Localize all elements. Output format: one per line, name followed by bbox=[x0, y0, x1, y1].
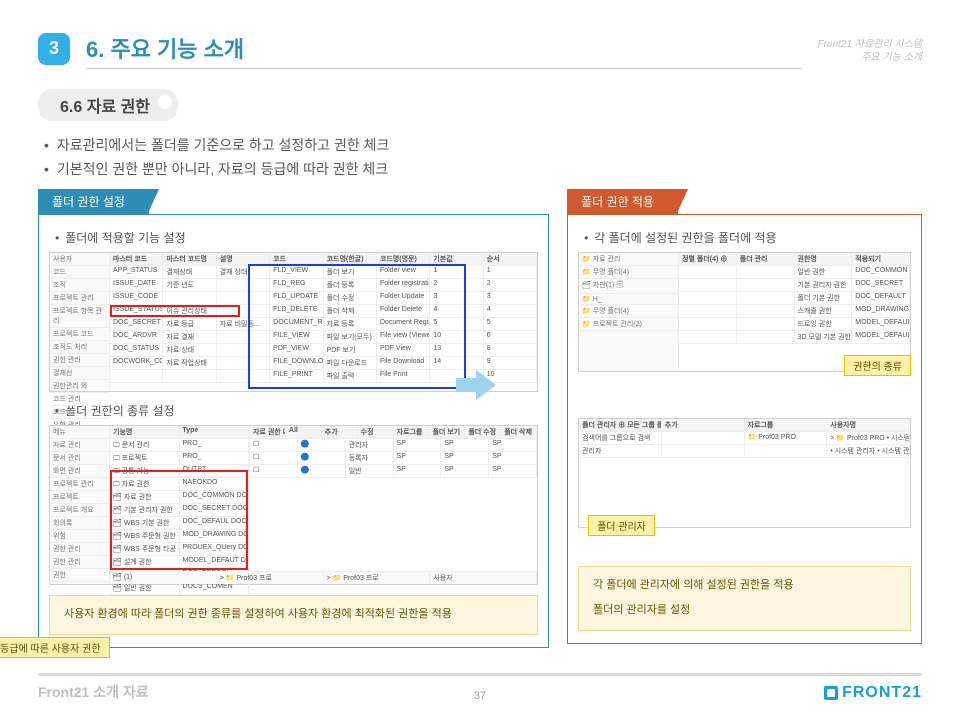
footer-logo: FRONT21 bbox=[824, 684, 922, 702]
right-section-tab: 폴더 권한 적용 bbox=[567, 189, 678, 214]
footer-doc-title: Front21 소개 자료 bbox=[38, 682, 149, 702]
footer-page-number: 37 bbox=[474, 690, 486, 702]
screenshot-grid-2: 메뉴자료 관리문서 관리화면 관리프로젝트 관리프로젝트프로젝트 개요회의록위험… bbox=[49, 425, 538, 585]
logo-icon bbox=[824, 686, 838, 700]
header-meta: Front21 자료관리 시스템 주요 기능 소개 bbox=[818, 38, 922, 64]
screenshot-apply-top: 📁 자료 관리📁 무명 폴더(4)🗂 자판(1) 🗐📁 H_📁 무명 폴더(4)… bbox=[578, 252, 911, 372]
left-sub1: 폴더에 적용할 기능 설정 bbox=[55, 229, 538, 246]
left-sub2: 폴더 권한의 종류 설정 bbox=[55, 402, 538, 419]
right-note: 각 폴더에 관리자에 의해 설정된 권한을 적용 폴더의 관리자를 설정 bbox=[578, 566, 911, 631]
right-section-box: 각 폴더에 설정된 권한을 폴더에 적용 📁 자료 관리📁 무명 폴더(4)🗂 … bbox=[567, 214, 922, 644]
page-title: 6. 주요 기능 소개 bbox=[86, 32, 802, 64]
left-note: 사용자 환경에 따라 폴더의 권한 종류를 설정하여 사용자 환경에 최적화된 … bbox=[49, 595, 538, 635]
section-number-badge: 3 bbox=[38, 33, 70, 65]
left-section-tab: 폴더 권한 설정 bbox=[38, 189, 149, 214]
callout-folder-manager: 폴더 관리자 bbox=[588, 515, 655, 536]
callout-user-grade: 자료 등급에 따른 사용자 권한 bbox=[0, 637, 110, 658]
subheading: 6.6 자료 권한 bbox=[38, 89, 178, 121]
screenshot-apply-bottom: 폴더 관리자 ⊕ 모든 그룹 폴더에 적용 ⊘ 제거추가자료그룹사용자명 검색어… bbox=[578, 418, 911, 528]
intro-bullets: 자료관리에서는 폴더를 기준으로 하고 설정하고 권한 체크 기본적인 권한 뿐… bbox=[44, 135, 922, 179]
arrow-right-icon bbox=[456, 370, 496, 400]
callout-permission-type: 권한의 종류 bbox=[844, 355, 911, 376]
left-section-box: 폴더에 적용할 기능 설정 사용자코드조직프로젝트 관리프로젝트 항목 관리프로… bbox=[38, 214, 549, 648]
right-sub: 각 폴더에 설정된 권한을 폴더에 적용 bbox=[584, 229, 911, 246]
